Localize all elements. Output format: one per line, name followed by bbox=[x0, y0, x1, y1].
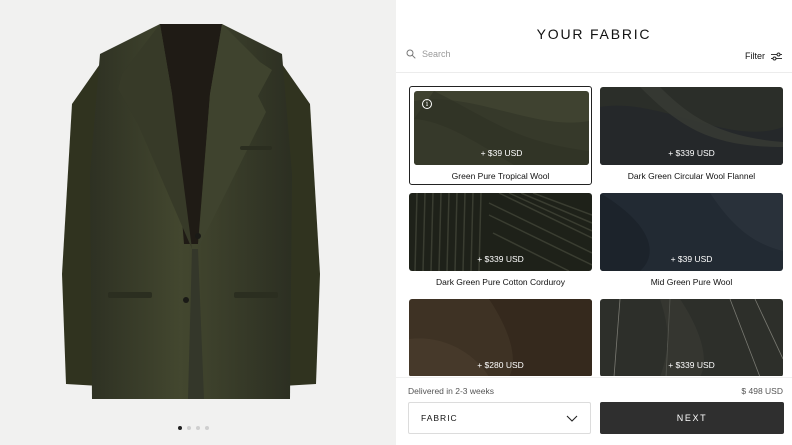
search-box[interactable]: Search bbox=[406, 49, 451, 59]
fabric-price: + $339 USD bbox=[668, 148, 715, 158]
filter-label: Filter bbox=[745, 51, 765, 61]
carousel-dot[interactable] bbox=[178, 426, 182, 430]
fabric-panel: YOUR FABRIC Search Filter i + $39 USD Gr… bbox=[396, 0, 792, 445]
next-button[interactable]: NEXT bbox=[600, 402, 784, 434]
total-price: $ 498 USD bbox=[741, 386, 783, 396]
fabric-card[interactable]: + $39 USD Mid Green Pure Wool bbox=[600, 193, 783, 292]
carousel-indicator[interactable] bbox=[178, 426, 209, 430]
search-icon bbox=[406, 49, 416, 59]
fabric-name: Dark Green Circular Wool Flannel bbox=[627, 171, 756, 181]
jacket-image bbox=[62, 24, 320, 399]
fabric-swatch: + $339 USD bbox=[600, 87, 783, 165]
fabric-price: + $39 USD bbox=[670, 254, 713, 264]
fabric-price: + $39 USD bbox=[480, 148, 523, 158]
fabric-swatch: + $280 USD bbox=[409, 299, 592, 376]
page-title: YOUR FABRIC bbox=[536, 26, 652, 42]
search-input[interactable]: Search bbox=[422, 49, 451, 59]
fabric-name: Mid Green Pure Wool bbox=[650, 277, 733, 287]
fabric-price: + $339 USD bbox=[668, 360, 715, 370]
fabric-card[interactable]: + $339 USD Dark Green Pure Cotton Cordur… bbox=[409, 193, 592, 292]
fabric-name: Green Pure Tropical Wool bbox=[451, 171, 550, 181]
fabric-swatch: + $339 USD bbox=[600, 299, 783, 376]
info-icon[interactable]: i bbox=[422, 99, 432, 109]
divider bbox=[396, 72, 792, 73]
section-dropdown[interactable]: FABRIC bbox=[408, 402, 591, 434]
filter-button[interactable]: Filter bbox=[745, 51, 782, 61]
fabric-name: Dark Green Pure Cotton Corduroy bbox=[436, 277, 565, 287]
fabric-swatch: + $339 USD bbox=[409, 193, 592, 271]
section-dropdown-label: FABRIC bbox=[421, 413, 458, 423]
product-image-panel bbox=[0, 0, 396, 445]
carousel-dot[interactable] bbox=[196, 426, 200, 430]
fabric-card[interactable]: + $339 USD Dark Green Circular Wool Flan… bbox=[600, 87, 783, 186]
fabric-card[interactable]: + $280 USD bbox=[409, 299, 592, 376]
fabric-swatch: + $39 USD bbox=[600, 193, 783, 271]
fabric-swatch: i + $39 USD bbox=[414, 91, 589, 165]
delivery-estimate: Delivered in 2-3 weeks bbox=[408, 386, 494, 396]
footer-bar: Delivered in 2-3 weeks $ 498 USD FABRIC … bbox=[396, 377, 792, 445]
carousel-dot[interactable] bbox=[205, 426, 209, 430]
fabric-price: + $280 USD bbox=[477, 360, 524, 370]
fabric-grid: i + $39 USD Green Pure Tropical Wool + $… bbox=[396, 86, 792, 376]
chevron-down-icon bbox=[566, 415, 578, 422]
fabric-price: + $339 USD bbox=[477, 254, 524, 264]
carousel-dot[interactable] bbox=[187, 426, 191, 430]
fabric-card[interactable]: + $339 USD bbox=[600, 299, 783, 376]
fabric-card[interactable]: i + $39 USD Green Pure Tropical Wool bbox=[409, 86, 592, 185]
sliders-icon bbox=[771, 52, 782, 60]
